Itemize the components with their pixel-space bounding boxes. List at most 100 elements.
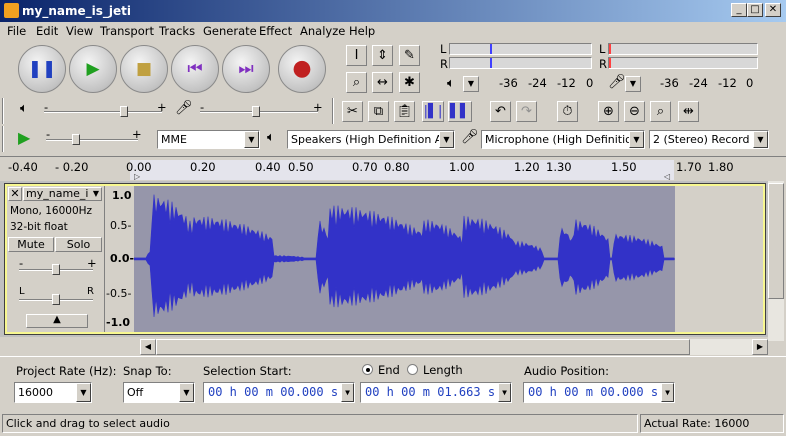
menu-edit[interactable]: Edit <box>36 24 58 38</box>
input-volume-icon: 🎤︎ <box>175 100 193 116</box>
selection-start-marker-icon[interactable]: ▷ <box>134 172 140 181</box>
selection-end-field[interactable]: 00 h 00 m 01.663 s ▼ <box>360 382 512 403</box>
selection-start-field[interactable]: 00 h 00 m 00.000 s ▼ <box>203 382 355 403</box>
playback-meter-menu[interactable]: ▼ <box>463 76 479 92</box>
scale-label: 0.5- <box>110 219 132 232</box>
output-device-select[interactable]: Speakers (High Definition Audio ▼ <box>287 130 455 149</box>
triangle-left-icon: ◀ <box>144 342 152 351</box>
ruler-tick: 1.70 <box>676 160 702 174</box>
output-volume-thumb[interactable] <box>120 106 128 117</box>
redo-button[interactable]: ↷ <box>516 101 537 122</box>
input-volume-thumb[interactable] <box>252 106 260 117</box>
pan-thumb[interactable] <box>52 294 60 305</box>
menu-view[interactable]: View <box>66 24 93 38</box>
snap-to-select[interactable]: Off ▼ <box>123 382 195 403</box>
end-radio[interactable] <box>362 364 373 375</box>
audio-host-select[interactable]: MME ▼ <box>157 130 260 149</box>
play-speed-slider[interactable] <box>46 139 138 141</box>
output-volume-slider[interactable] <box>44 111 162 113</box>
skip-to-start-button[interactable]: ⏮ <box>171 45 219 93</box>
maximize-button[interactable]: □ <box>747 3 763 17</box>
menu-transport[interactable]: Transport <box>100 24 154 38</box>
playback-meter-right[interactable] <box>449 57 592 69</box>
pause-button[interactable]: ❚❚ <box>18 45 66 93</box>
magnifier-icon: ⌕ <box>352 75 361 90</box>
menu-help[interactable]: Help <box>349 24 375 38</box>
ruler-tick: 1.30 <box>546 160 572 174</box>
skip-to-end-button[interactable]: ⏭ <box>222 45 270 93</box>
selection-start-value: 00 h 00 m 00.000 s <box>208 385 339 399</box>
track-close-button[interactable]: ✕ <box>8 187 22 201</box>
menu-tracks[interactable]: Tracks <box>159 24 195 38</box>
toolbar-grip-2 <box>2 126 4 152</box>
horizontal-scroll-thumb[interactable] <box>156 339 690 355</box>
waveform[interactable] <box>134 186 763 332</box>
selection-tool[interactable]: I <box>346 45 367 66</box>
play-speed-thumb[interactable] <box>72 134 80 145</box>
zoom-in-button[interactable]: ⊕ <box>598 101 619 122</box>
vertical-scrollbar[interactable] <box>768 181 784 341</box>
horizontal-scrollbar[interactable]: ◀ ▶ <box>140 339 768 355</box>
zoom-tool[interactable]: ⌕ <box>346 72 367 93</box>
draw-tool[interactable]: ✎ <box>399 45 420 66</box>
record-meter-menu[interactable]: ▼ <box>625 76 641 92</box>
menu-analyze[interactable]: Analyze <box>300 24 345 38</box>
menu-effect[interactable]: Effect <box>259 24 292 38</box>
copy-button[interactable]: ⧉ <box>368 101 389 122</box>
stop-button[interactable]: ■ <box>120 45 168 93</box>
play-at-speed-icon[interactable]: ▶ <box>18 128 30 147</box>
input-channels-select[interactable]: 2 (Stereo) Record ▼ <box>649 130 769 149</box>
paste-button[interactable]: 📋︎ <box>394 101 415 122</box>
length-radio[interactable] <box>407 364 418 375</box>
fit-selection-icon: ⌕ <box>656 104 665 119</box>
trim-button[interactable]: |▌| <box>422 101 444 122</box>
collapse-track-button[interactable]: ▲ <box>26 314 88 328</box>
solo-button[interactable]: Solo <box>55 237 102 252</box>
end-radio-label: End <box>378 363 400 377</box>
play-button[interactable]: ▶ <box>69 45 117 93</box>
input-device-value: Microphone (High Definition Au <box>485 133 645 146</box>
output-volume-max: + <box>157 100 167 114</box>
scale-label: 1.0 <box>112 189 132 202</box>
speaker-icon: 🔈︎ <box>447 76 455 91</box>
sync-lock-button[interactable]: ⏱ <box>557 101 578 122</box>
record-meter-right[interactable] <box>608 57 758 69</box>
record-meter-left[interactable] <box>608 43 758 55</box>
vertical-scroll-thumb[interactable] <box>768 183 784 299</box>
record-meter-left-label: L <box>599 42 606 56</box>
zoom-out-button[interactable]: ⊖ <box>624 101 645 122</box>
timeshift-tool[interactable]: ↔ <box>372 72 393 93</box>
menu-file[interactable]: File <box>7 24 26 38</box>
track-bitdepth-info: 32-bit float <box>10 221 68 233</box>
empty-region <box>675 186 763 332</box>
audio-position-field[interactable]: 00 h 00 m 00.000 s ▼ <box>523 382 675 403</box>
gain-min: - <box>19 256 24 270</box>
project-rate-select[interactable]: 16000 ▼ <box>14 382 92 403</box>
input-channels-value: 2 (Stereo) Record <box>653 133 750 146</box>
toolbar-grip <box>2 98 4 124</box>
silence-button[interactable]: ▌▌ <box>448 101 472 122</box>
record-tick-12: -12 <box>718 76 737 90</box>
menu-generate[interactable]: Generate <box>203 24 257 38</box>
track-menu-button[interactable]: my_name_i ▼ <box>23 187 102 201</box>
selection-end-marker-icon[interactable]: ◁ <box>664 172 670 181</box>
skip-to-start-icon: ⏮ <box>187 59 203 79</box>
record-button[interactable]: ● <box>278 45 326 93</box>
output-volume-icon: 🔈︎ <box>20 101 28 116</box>
mute-button[interactable]: Mute <box>8 237 54 252</box>
fit-selection-button[interactable]: ⌕ <box>650 101 671 122</box>
input-device-select[interactable]: Microphone (High Definition Au ▼ <box>481 130 645 149</box>
gain-thumb[interactable] <box>52 264 60 275</box>
multi-tool[interactable]: ✱ <box>399 72 420 93</box>
playback-meter-left[interactable] <box>449 43 592 55</box>
envelope-tool[interactable]: ⇕ <box>372 45 393 66</box>
scroll-left-button[interactable]: ◀ <box>140 339 156 355</box>
close-button[interactable]: ✕ <box>765 3 781 17</box>
stop-icon: ■ <box>135 59 153 79</box>
scroll-right-button[interactable]: ▶ <box>752 339 768 355</box>
cut-button[interactable]: ✂ <box>342 101 363 122</box>
undo-button[interactable]: ↶ <box>490 101 511 122</box>
fit-project-button[interactable]: ⇹ <box>678 101 699 122</box>
asterisk-icon: ✱ <box>404 75 415 90</box>
minimize-button[interactable]: _ <box>731 3 747 17</box>
